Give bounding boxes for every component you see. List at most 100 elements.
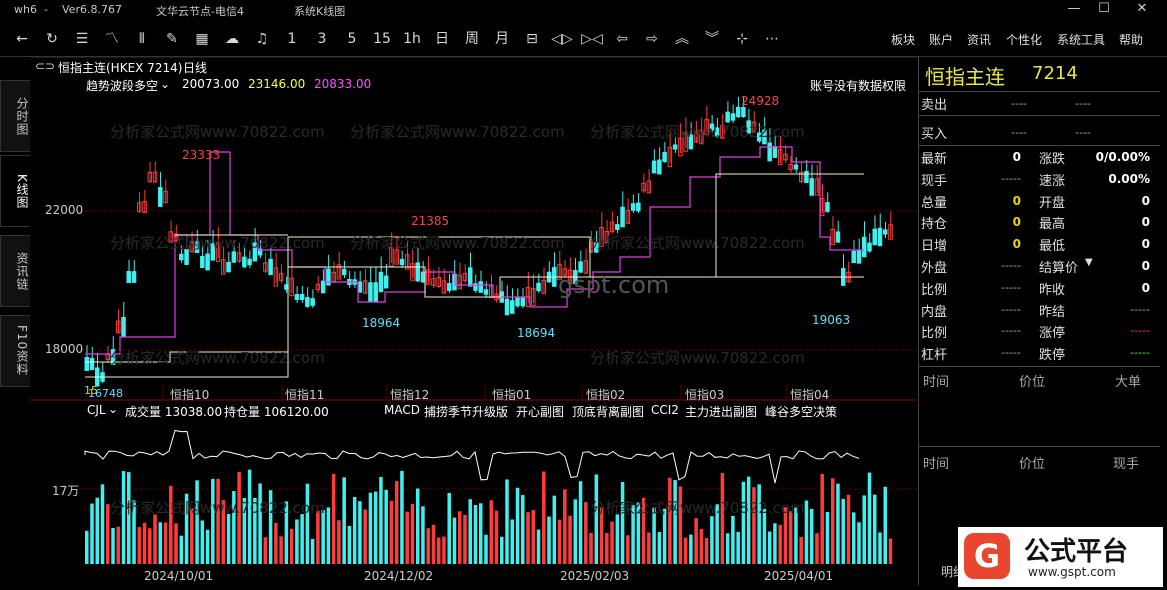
list-icon[interactable]: ☰ <box>70 28 94 50</box>
volume-bar <box>872 494 877 564</box>
volume-bar <box>368 492 373 564</box>
right-arrow-icon[interactable]: ⇨ <box>640 28 664 50</box>
candle-body <box>226 261 231 273</box>
down-arrow-icon[interactable]: ︾ <box>700 28 724 50</box>
volume-bar <box>279 536 283 564</box>
chevron-down-icon[interactable]: ▼ <box>1085 257 1093 268</box>
period-day-button[interactable]: 日 <box>430 28 454 50</box>
line-chart-icon[interactable]: 〽 <box>100 28 124 50</box>
period-3-button[interactable]: 3 <box>310 28 334 50</box>
volume-bar <box>258 483 262 564</box>
period-1-button[interactable]: 1 <box>280 28 304 50</box>
minimize-button[interactable]: — <box>1060 1 1088 19</box>
indicator-name[interactable]: 趋势波段多空 <box>86 77 158 94</box>
tab-news-chain[interactable]: 资讯链 <box>0 235 32 307</box>
volume-bar <box>563 489 567 564</box>
menu-system-tools[interactable]: 系统工具 <box>1057 31 1105 48</box>
sub-tab-fishing[interactable]: 捕捞季节升级版 <box>424 403 508 420</box>
volume-bar <box>90 503 94 564</box>
volume-bar <box>179 535 184 564</box>
period-label[interactable]: 日线 <box>183 59 207 76</box>
volume-bar <box>815 533 819 564</box>
close-button[interactable]: ✕ <box>1128 1 1156 19</box>
candle-icon[interactable]: ⫴ <box>130 28 154 50</box>
sub-tab-happy[interactable]: 开心副图 <box>516 403 564 420</box>
chevron-down-icon[interactable]: ⌄ <box>108 402 118 416</box>
maximize-button[interactable]: ☐ <box>1090 1 1118 19</box>
volume-bar <box>820 473 824 564</box>
bell-icon[interactable]: ♫ <box>250 28 274 50</box>
candle-body <box>767 142 772 162</box>
menu-help[interactable]: 帮助 <box>1119 31 1143 48</box>
volume-bar <box>358 501 362 564</box>
period-5-button[interactable]: 5 <box>340 28 364 50</box>
candle-body <box>399 258 405 266</box>
permission-notice: 账号没有数据权限 <box>810 79 907 93</box>
buy-label: 买入 <box>921 127 948 142</box>
calculator-icon[interactable]: ▦ <box>190 28 214 50</box>
volume-bar <box>841 498 845 564</box>
volume-bar <box>389 500 394 564</box>
volume-bar <box>211 478 215 564</box>
volume-bar <box>106 504 110 564</box>
crosshair-icon[interactable]: ⊹ <box>730 28 754 50</box>
chevron-down-icon[interactable]: ⌄ <box>160 77 170 91</box>
menu-personalize[interactable]: 个性化 <box>1006 31 1042 48</box>
volume-bar <box>174 523 178 564</box>
more-icon[interactable]: ⋯ <box>760 28 784 50</box>
volume-bar <box>373 491 378 564</box>
quote-value-left: ----- <box>1001 280 1021 294</box>
watermark: 分析家公式网www.70822.com <box>350 234 565 252</box>
candle-body <box>630 203 636 211</box>
volume-bar <box>862 495 866 564</box>
period-15-button[interactable]: 15 <box>370 28 394 50</box>
left-arrow-icon[interactable]: ⇦ <box>610 28 634 50</box>
refresh-icon[interactable]: ↻ <box>40 28 64 50</box>
up-arrow-icon[interactable]: ︽ <box>670 28 694 50</box>
sub-tab-main-force[interactable]: 主力进出副图 <box>685 403 757 420</box>
volume-bar <box>521 495 525 564</box>
zoom-out-icon[interactable]: ▷◁ <box>580 28 604 50</box>
volume-bar <box>836 483 840 564</box>
volume-bar <box>851 512 856 564</box>
custom-period-icon[interactable]: ⊟ <box>520 28 544 50</box>
menu-account[interactable]: 账户 <box>929 31 953 48</box>
sub-indicator-name[interactable]: CJL <box>87 403 106 417</box>
period-month-button[interactable]: 月 <box>490 28 514 50</box>
candle-body <box>205 253 210 271</box>
sub-tab-peak-valley[interactable]: 峰谷多空决策 <box>765 403 837 420</box>
volume-bar <box>400 470 404 564</box>
volume-bar <box>736 531 740 564</box>
brand-logo: G 公式平台 www.gspt.com <box>958 527 1163 587</box>
quote-value-right: 0 <box>1141 259 1150 273</box>
trough-label: 19063 <box>812 313 851 327</box>
quote-code: 7214 <box>1032 63 1078 84</box>
back-icon[interactable]: ← <box>10 28 34 50</box>
sub-tab-macd[interactable]: MACD <box>384 403 420 417</box>
period-1h-button[interactable]: 1h <box>400 28 424 50</box>
chart-area[interactable]: ⊂⊃ 恒指主连(HKEX 7214) 日线 趋势波段多空 ⌄ 20073.00 … <box>30 57 917 585</box>
tab-timeshare[interactable]: 分时图 <box>0 80 32 152</box>
draw-tool-icon[interactable]: ✎ <box>160 28 184 50</box>
menu-sector[interactable]: 板块 <box>891 31 915 48</box>
month-label: 恒指10 <box>170 388 210 402</box>
page-name: 系统K线图 <box>294 5 346 18</box>
volume-bar <box>410 503 415 564</box>
candle-body <box>326 268 331 286</box>
sub-tab-cci2[interactable]: CCI2 <box>651 403 679 417</box>
menu-news[interactable]: 资讯 <box>967 31 991 48</box>
tab-f10[interactable]: F10资料 <box>0 315 32 387</box>
quote-label-left: 现手 <box>921 173 948 189</box>
candle-body <box>851 250 856 264</box>
volume-bar <box>310 538 315 564</box>
volume-bar <box>773 523 777 564</box>
sub-tab-divergence[interactable]: 顶底背离副图 <box>572 403 644 420</box>
tab-kline[interactable]: K线图 <box>0 155 32 227</box>
period-week-button[interactable]: 周 <box>460 28 484 50</box>
volume-bar <box>547 516 551 564</box>
volume-bar <box>295 519 299 564</box>
low-label: 16748 <box>88 387 123 400</box>
volume-bar <box>216 478 220 564</box>
zoom-in-icon[interactable]: ◁▷ <box>550 28 574 50</box>
cloud-icon[interactable]: ☁ <box>220 28 244 50</box>
